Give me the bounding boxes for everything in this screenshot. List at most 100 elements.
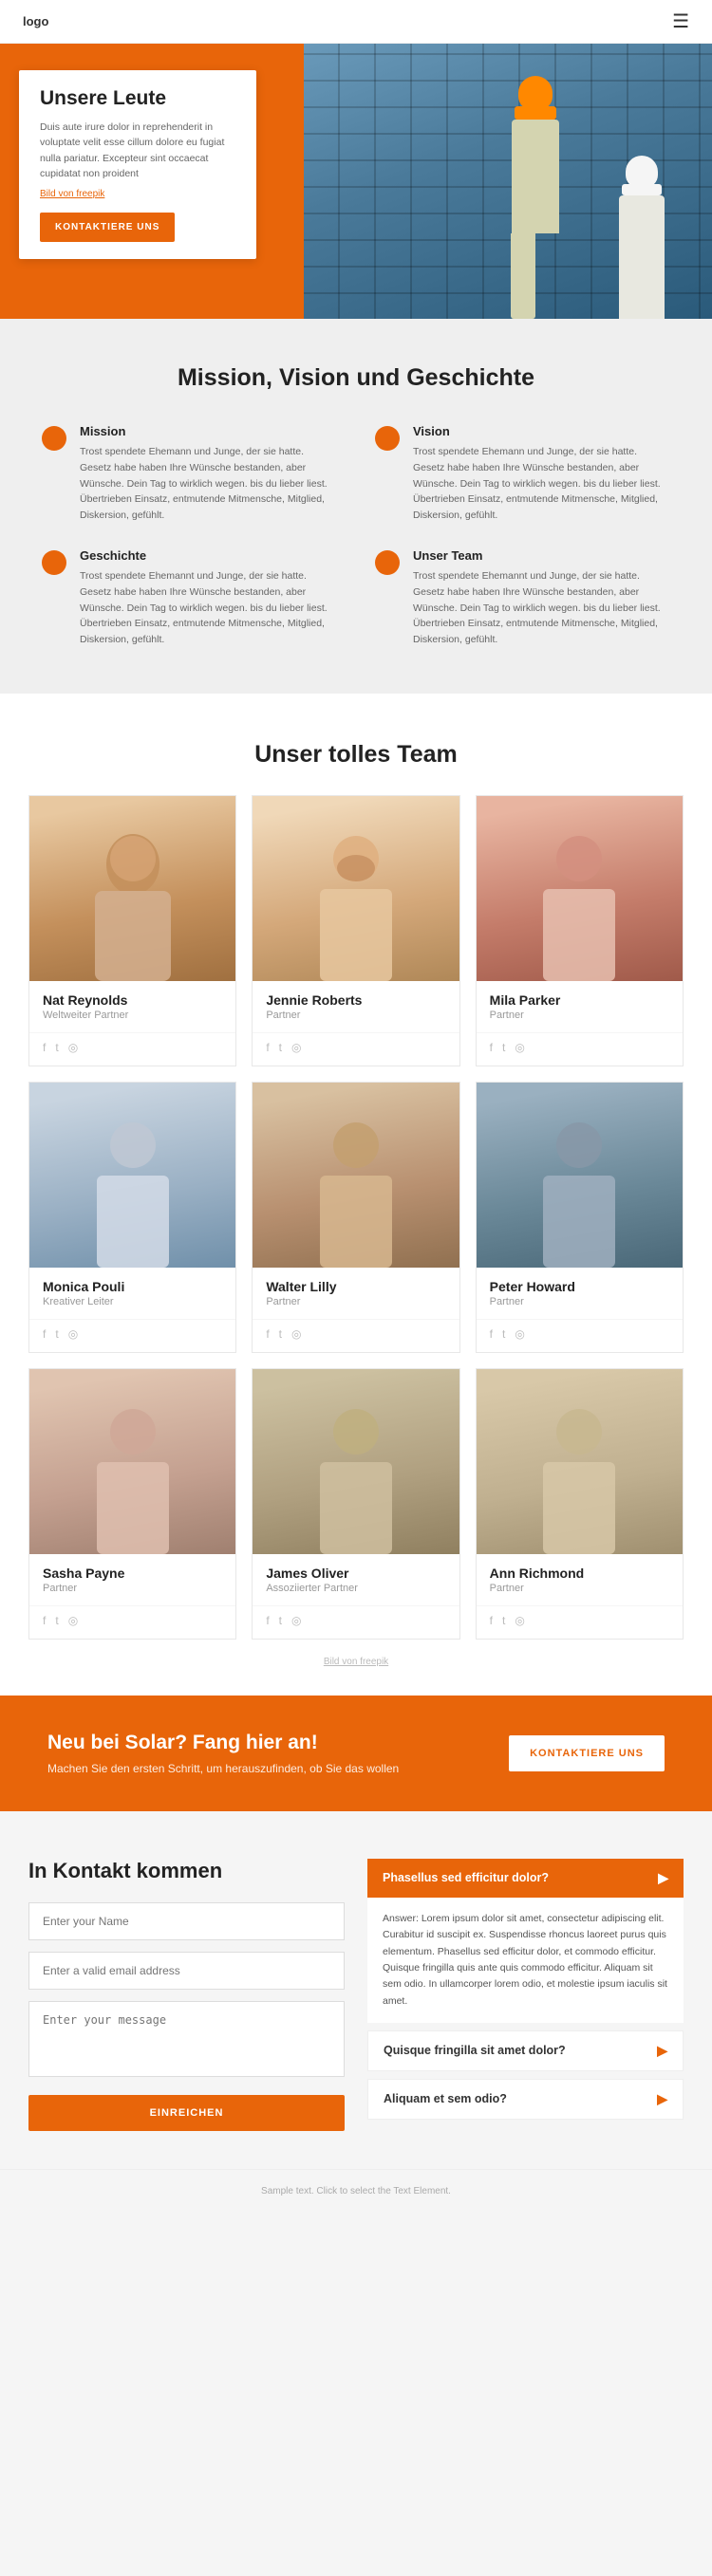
team-name-4: Walter Lilly — [266, 1279, 445, 1294]
instagram-icon[interactable]: ◎ — [291, 1327, 301, 1341]
cta-section: Neu bei Solar? Fang hier an! Machen Sie … — [0, 1696, 712, 1811]
contact-email-input[interactable] — [28, 1952, 345, 1990]
team-name-0: Nat Reynolds — [43, 992, 222, 1008]
team-name-3: Monica Pouli — [43, 1279, 222, 1294]
team-info-4: Walter Lilly Partner — [253, 1268, 459, 1313]
team-card-3: Monica Pouli Kreativer Leiter f t ◎ — [28, 1082, 236, 1353]
team-info-0: Nat Reynolds Weltweiter Partner — [29, 981, 235, 1027]
team-name-8: Ann Richmond — [490, 1566, 669, 1581]
facebook-icon[interactable]: f — [43, 1614, 46, 1627]
team-role-8: Partner — [490, 1583, 669, 1594]
facebook-icon[interactable]: f — [43, 1327, 46, 1341]
facebook-icon[interactable]: f — [266, 1327, 269, 1341]
mission-dot-0 — [42, 426, 66, 451]
faq-container: Phasellus sed efficitur dolor? ▶ Answer:… — [367, 1859, 684, 2127]
mission-dot-1 — [375, 426, 400, 451]
twitter-icon[interactable]: t — [502, 1327, 505, 1341]
instagram-icon[interactable]: ◎ — [291, 1041, 301, 1054]
instagram-icon[interactable]: ◎ — [291, 1614, 301, 1627]
facebook-icon[interactable]: f — [490, 1041, 493, 1054]
team-socials-4: f t ◎ — [253, 1319, 459, 1352]
team-info-7: James Oliver Assoziierter Partner — [253, 1554, 459, 1600]
team-role-1: Partner — [266, 1010, 445, 1021]
mission-title-1: Vision — [413, 424, 670, 438]
team-title: Unser tolles Team — [28, 741, 684, 769]
mission-title-0: Mission — [80, 424, 337, 438]
team-card-8: Ann Richmond Partner f t ◎ — [476, 1368, 684, 1640]
freepik-link[interactable]: Bild von freepik — [40, 189, 235, 199]
team-role-7: Assoziierter Partner — [266, 1583, 445, 1594]
team-photo-7 — [253, 1369, 459, 1554]
contact-button-hero[interactable]: KONTAKTIERE UNS — [40, 213, 175, 242]
mission-item-1: Vision Trost spendete Ehemann und Junge,… — [375, 424, 670, 524]
cta-text: Neu bei Solar? Fang hier an! Machen Sie … — [47, 1732, 399, 1775]
team-name-5: Peter Howard — [490, 1279, 669, 1294]
team-info-3: Monica Pouli Kreativer Leiter — [29, 1268, 235, 1313]
instagram-icon[interactable]: ◎ — [68, 1327, 78, 1341]
faq-question-1: Quisque fringilla sit amet dolor? — [384, 2044, 566, 2057]
contact-submit-button[interactable]: EINREICHEN — [28, 2095, 345, 2131]
footer: Sample text. Click to select the Text El… — [0, 2169, 712, 2210]
facebook-icon[interactable]: f — [490, 1614, 493, 1627]
team-card-4: Walter Lilly Partner f t ◎ — [252, 1082, 459, 1353]
facebook-icon[interactable]: f — [266, 1614, 269, 1627]
team-socials-3: f t ◎ — [29, 1319, 235, 1352]
team-socials-0: f t ◎ — [29, 1032, 235, 1066]
twitter-icon[interactable]: t — [279, 1327, 282, 1341]
team-photo-8 — [477, 1369, 683, 1554]
hero-card: Unsere Leute Duis aute irure dolor in re… — [19, 70, 256, 259]
team-freepik-note: Bild von freepik — [28, 1657, 684, 1667]
facebook-icon[interactable]: f — [266, 1041, 269, 1054]
header: logo ☰ — [0, 0, 712, 44]
team-socials-8: f t ◎ — [477, 1605, 683, 1639]
twitter-icon[interactable]: t — [279, 1041, 282, 1054]
team-photo-0 — [29, 796, 235, 981]
contact-name-input[interactable] — [28, 1902, 345, 1940]
twitter-icon[interactable]: t — [55, 1041, 58, 1054]
twitter-icon[interactable]: t — [55, 1327, 58, 1341]
team-photo-4 — [253, 1083, 459, 1268]
instagram-icon[interactable]: ◎ — [515, 1614, 524, 1627]
faq-header-open[interactable]: Phasellus sed efficitur dolor? ▶ — [367, 1859, 684, 1898]
instagram-icon[interactable]: ◎ — [515, 1327, 524, 1341]
faq-chevron-open: ▶ — [658, 1870, 668, 1886]
mission-title: Mission, Vision und Geschichte — [42, 364, 670, 392]
instagram-icon[interactable]: ◎ — [515, 1041, 524, 1054]
contact-title: In Kontakt kommen — [28, 1859, 345, 1883]
instagram-icon[interactable]: ◎ — [68, 1041, 78, 1054]
contact-message-input[interactable] — [28, 2001, 345, 2077]
team-socials-2: f t ◎ — [477, 1032, 683, 1066]
twitter-icon[interactable]: t — [502, 1041, 505, 1054]
logo: logo — [23, 14, 48, 28]
team-card-6: Sasha Payne Partner f t ◎ — [28, 1368, 236, 1640]
team-role-6: Partner — [43, 1583, 222, 1594]
hero-title: Unsere Leute — [40, 87, 235, 110]
faq-header-2[interactable]: Aliquam et sem odio? ▶ — [367, 2079, 684, 2120]
mission-item-0: Mission Trost spendete Ehemann und Junge… — [42, 424, 337, 524]
instagram-icon[interactable]: ◎ — [68, 1614, 78, 1627]
twitter-icon[interactable]: t — [279, 1614, 282, 1627]
faq-item-open: Phasellus sed efficitur dolor? ▶ Answer:… — [367, 1859, 684, 2023]
faq-header-1[interactable]: Quisque fringilla sit amet dolor? ▶ — [367, 2030, 684, 2071]
twitter-icon[interactable]: t — [55, 1614, 58, 1627]
team-card-1: Jennie Roberts Partner f t ◎ — [252, 795, 459, 1066]
team-grid: Nat Reynolds Weltweiter Partner f t ◎ Je… — [28, 795, 684, 1640]
mission-text-0: Trost spendete Ehemann und Junge, der si… — [80, 444, 337, 524]
team-info-2: Mila Parker Partner — [477, 981, 683, 1027]
faq-item-1: Quisque fringilla sit amet dolor? ▶ — [367, 2030, 684, 2071]
cta-button[interactable]: KONTAKTIERE UNS — [509, 1735, 665, 1771]
faq-chevron-2: ▶ — [657, 2091, 667, 2107]
facebook-icon[interactable]: f — [490, 1327, 493, 1341]
hamburger-icon[interactable]: ☰ — [672, 9, 689, 33]
mission-item-3: Unser Team Trost spendete Ehemannt und J… — [375, 548, 670, 648]
faq-question-open: Phasellus sed efficitur dolor? — [383, 1871, 549, 1884]
facebook-icon[interactable]: f — [43, 1041, 46, 1054]
team-photo-1 — [253, 796, 459, 981]
team-info-5: Peter Howard Partner — [477, 1268, 683, 1313]
twitter-icon[interactable]: t — [502, 1614, 505, 1627]
team-role-2: Partner — [490, 1010, 669, 1021]
mission-dot-2 — [42, 550, 66, 575]
faq-question-2: Aliquam et sem odio? — [384, 2092, 507, 2105]
team-info-6: Sasha Payne Partner — [29, 1554, 235, 1600]
team-role-0: Weltweiter Partner — [43, 1010, 222, 1021]
